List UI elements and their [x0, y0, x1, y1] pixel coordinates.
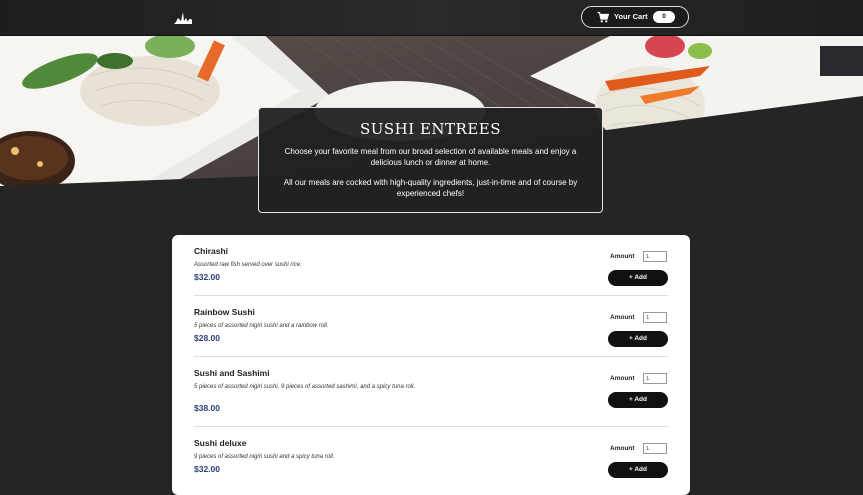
meal-description: 9 pieces of assorted nigiri sushi and a … — [194, 454, 335, 460]
top-header: Your Cart 0 — [0, 0, 863, 36]
amount-input[interactable] — [643, 443, 667, 454]
intro-summary-box: SUSHI ENTREES Choose your favorite meal … — [258, 107, 603, 213]
meal-price: $32.00 — [194, 272, 220, 282]
cart-count-badge: 0 — [653, 11, 675, 23]
meal-item-rainbow-sushi: Rainbow Sushi 5 pieces of assorted nigir… — [194, 296, 668, 357]
meal-description: 5 pieces of assorted nigiri sushi and a … — [194, 323, 329, 329]
add-to-cart-button[interactable]: + Add — [608, 270, 668, 286]
cart-label: Your Cart — [614, 12, 648, 21]
amount-label: Amount — [610, 445, 635, 452]
meals-list-card: Chirashi Assorted raw fish served over s… — [172, 235, 690, 495]
amount-input[interactable] — [643, 312, 667, 323]
add-to-cart-button[interactable]: + Add — [608, 392, 668, 408]
amount-input[interactable] — [643, 251, 667, 262]
meal-name: Chirashi — [194, 246, 229, 256]
meal-name: Rainbow Sushi — [194, 307, 255, 317]
amount-label: Amount — [610, 253, 635, 260]
amount-input[interactable] — [643, 373, 667, 384]
meal-description: Assorted raw fish served over sushi rice… — [194, 262, 302, 268]
cart-icon — [597, 11, 609, 23]
amount-label: Amount — [610, 314, 635, 321]
meal-price: $28.00 — [194, 333, 220, 343]
meal-name: Sushi deluxe — [194, 438, 247, 448]
meal-description: 5 pieces of assorted nigiri sushi, 9 pie… — [194, 384, 416, 390]
meal-price: $38.00 — [194, 403, 220, 413]
page-title: SUSHI ENTREES — [359, 120, 502, 138]
meal-price: $32.00 — [194, 464, 220, 474]
add-to-cart-button[interactable]: + Add — [608, 331, 668, 347]
intro-paragraph-1: Choose your favorite meal from our broad… — [284, 147, 577, 167]
restaurant-logo-icon[interactable] — [172, 8, 194, 26]
add-to-cart-button[interactable]: + Add — [608, 462, 668, 478]
meal-item-sushi-and-sashimi: Sushi and Sashimi 5 pieces of assorted n… — [194, 357, 668, 427]
cart-button[interactable]: Your Cart 0 — [581, 6, 689, 28]
intro-paragraph-2: All our meals are cocked with high-quali… — [283, 178, 578, 198]
amount-label: Amount — [610, 375, 635, 382]
meal-item-chirashi: Chirashi Assorted raw fish served over s… — [194, 235, 668, 296]
meal-item-sushi-deluxe: Sushi deluxe 9 pieces of assorted nigiri… — [194, 427, 668, 488]
meal-name: Sushi and Sashimi — [194, 368, 270, 378]
